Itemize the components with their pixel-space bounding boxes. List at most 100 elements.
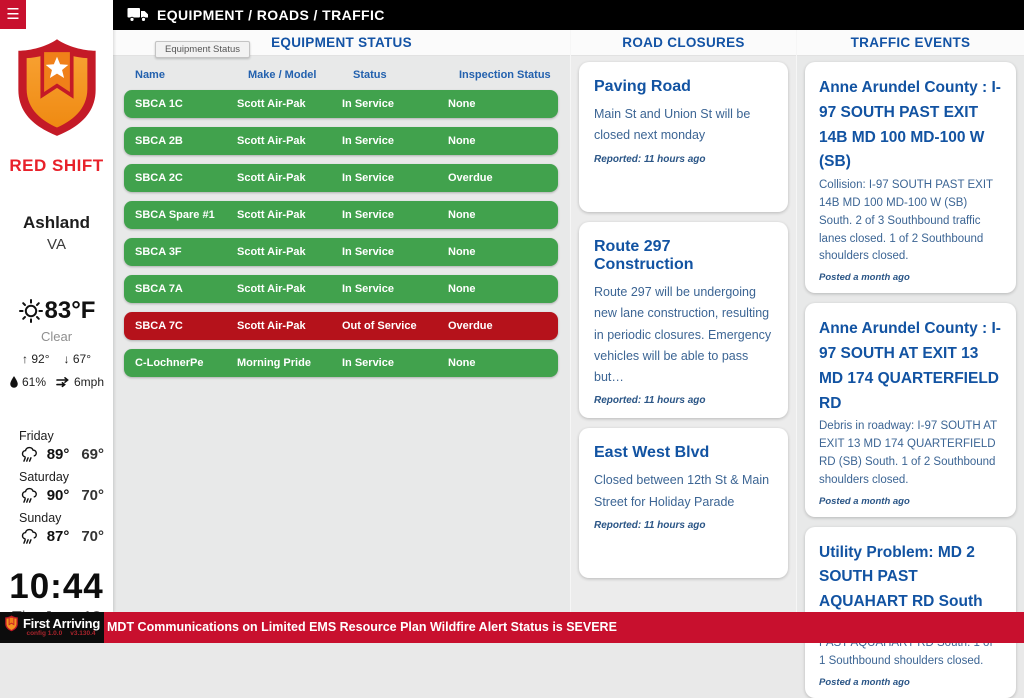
- brand-config: config 1.0.0: [26, 630, 62, 637]
- down-arrow-icon: ↓: [64, 352, 70, 366]
- equipment-inspection: None: [448, 246, 558, 258]
- brand-version: v3.130.4: [70, 630, 95, 637]
- card-meta: Posted a month ago: [819, 496, 1002, 507]
- forecast-low: 70°: [81, 528, 113, 545]
- forecast-day-label: Saturday: [19, 470, 113, 484]
- road-closure-card: Paving Road Main St and Union St will be…: [579, 62, 788, 212]
- weather-high-low: ↑ 92° ↓ 67°: [0, 352, 113, 366]
- top-bar: EQUIPMENT / ROADS / TRAFFIC: [113, 0, 1024, 30]
- card-title: Anne Arundel County : I-97 SOUTH AT EXIT…: [819, 317, 1002, 416]
- equipment-name: SBCA Spare #1: [135, 209, 237, 221]
- card-meta: Reported: 11 hours ago: [594, 154, 773, 165]
- equipment-name: SBCA 1C: [135, 98, 237, 110]
- road-closures-section-title: ROAD CLOSURES: [622, 35, 744, 50]
- weather-high: 92°: [31, 352, 49, 366]
- card-title: Paving Road: [594, 78, 773, 96]
- humidity-drop-icon: [9, 375, 19, 389]
- card-body: Collision: I-97 SOUTH PAST EXIT 14B MD 1…: [819, 177, 1002, 266]
- card-body: Route 297 will be undergoing new lane co…: [594, 282, 773, 388]
- equipment-inspection: Overdue: [448, 172, 558, 184]
- current-weather: 83°F: [0, 297, 113, 325]
- up-arrow-icon: ↑: [22, 352, 28, 366]
- equipment-make: Morning Pride: [237, 357, 342, 369]
- forecast-high: 90°: [47, 487, 82, 504]
- page-title: EQUIPMENT / ROADS / TRAFFIC: [157, 7, 385, 23]
- rain-cloud-icon: [19, 446, 47, 463]
- equipment-name: SBCA 7A: [135, 283, 237, 295]
- forecast-row: 89° 69°: [19, 446, 113, 463]
- traffic-events-section-header: TRAFFIC EVENTS: [797, 30, 1024, 56]
- road-closures-panel: ROAD CLOSURES Paving Road Main St and Un…: [570, 30, 796, 612]
- equipment-inspection: None: [448, 135, 558, 147]
- first-arriving-brand: First Arriving config 1.0.0 v3.130.4: [0, 612, 104, 643]
- card-title: Anne Arundel County : I-97 SOUTH PAST EX…: [819, 76, 1002, 175]
- forecast-low: 69°: [81, 446, 113, 463]
- hamburger-menu-button[interactable]: ☰: [0, 0, 26, 29]
- forecast-row: 90° 70°: [19, 487, 113, 504]
- ticker-message: MDT Communications on Limited EMS Resour…: [107, 612, 617, 643]
- traffic-events-section-title: TRAFFIC EVENTS: [851, 35, 971, 50]
- card-meta: Posted a month ago: [819, 677, 1002, 688]
- forecast-day-label: Sunday: [19, 511, 113, 525]
- equipment-section-title: EQUIPMENT STATUS: [271, 35, 412, 50]
- table-row: SBCA 7A Scott Air-Pak In Service None: [124, 275, 558, 303]
- equipment-make: Scott Air-Pak: [237, 283, 342, 295]
- column-header-name: Name: [135, 69, 248, 81]
- location-city: Ashland: [0, 213, 113, 233]
- equipment-inspection: None: [448, 209, 558, 221]
- card-title: East West Blvd: [594, 444, 773, 462]
- equipment-status: In Service: [342, 209, 448, 221]
- equipment-make: Scott Air-Pak: [237, 135, 342, 147]
- weather-low: 67°: [73, 352, 91, 366]
- traffic-event-card: Anne Arundel County : I-97 SOUTH PAST EX…: [805, 62, 1016, 293]
- card-title: Utility Problem: MD 2 SOUTH PAST AQUAHAR…: [819, 541, 1002, 615]
- card-body: Debris in roadway: I-97 SOUTH AT EXIT 13…: [819, 418, 1002, 489]
- column-header-inspection-status: Inspection Status: [459, 69, 570, 81]
- equipment-status-panel: EQUIPMENT STATUS Equipment Status Name M…: [113, 30, 570, 612]
- current-temp: 83°F: [45, 297, 96, 325]
- table-row: SBCA 1C Scott Air-Pak In Service None: [124, 90, 558, 118]
- forecast-high: 89°: [47, 446, 82, 463]
- forecast-day-label: Friday: [19, 429, 113, 443]
- equipment-table: SBCA 1C Scott Air-Pak In Service None SB…: [113, 90, 570, 377]
- weather-humidity: 61%: [22, 375, 46, 389]
- equipment-status: In Service: [342, 172, 448, 184]
- road-closure-card: Route 297 Construction Route 297 will be…: [579, 222, 788, 418]
- forecast-low: 70°: [81, 487, 113, 504]
- table-row: SBCA 2C Scott Air-Pak In Service Overdue: [124, 164, 558, 192]
- equipment-name: SBCA 3F: [135, 246, 237, 258]
- table-row: SBCA 7C Scott Air-Pak Out of Service Ove…: [124, 312, 558, 340]
- equipment-name: SBCA 2B: [135, 135, 237, 147]
- table-row: SBCA 3F Scott Air-Pak In Service None: [124, 238, 558, 266]
- table-row: C-LochnerPe Morning Pride In Service Non…: [124, 349, 558, 377]
- equipment-inspection: None: [448, 283, 558, 295]
- sun-icon: [18, 298, 44, 324]
- weather-wind: 6mph: [74, 375, 104, 389]
- equipment-status-tooltip: Equipment Status: [155, 41, 250, 58]
- sidebar: ☰ RED SHIFT Ashland VA: [0, 0, 113, 612]
- forecast-list: Friday 89° 69° Saturday 90° 70° Sunday: [0, 429, 113, 545]
- forecast-high: 87°: [47, 528, 82, 545]
- equipment-make: Scott Air-Pak: [237, 172, 342, 184]
- wind-icon: [56, 376, 71, 388]
- brand-name: First Arriving: [23, 616, 100, 631]
- road-closures-section-header: ROAD CLOSURES: [571, 30, 796, 56]
- card-body: Closed between 12th St & Main Street for…: [594, 470, 773, 513]
- card-body: Main St and Union St will be closed next…: [594, 104, 773, 147]
- equipment-name: C-LochnerPe: [135, 357, 237, 369]
- forecast-row: 87° 70°: [19, 528, 113, 545]
- card-meta: Posted a month ago: [819, 272, 1002, 283]
- clock-time: 10:44: [0, 567, 113, 607]
- table-row: SBCA 2B Scott Air-Pak In Service None: [124, 127, 558, 155]
- equipment-inspection: None: [448, 357, 558, 369]
- card-meta: Reported: 11 hours ago: [594, 520, 773, 531]
- first-arriving-shield-icon: [4, 615, 19, 632]
- shield-logo-icon: [11, 33, 103, 143]
- equipment-make: Scott Air-Pak: [237, 246, 342, 258]
- equipment-status: In Service: [342, 283, 448, 295]
- equipment-name: SBCA 7C: [135, 320, 237, 332]
- main-content: EQUIPMENT STATUS Equipment Status Name M…: [113, 30, 1024, 612]
- column-header-make-model: Make / Model: [248, 69, 353, 81]
- equipment-make: Scott Air-Pak: [237, 98, 342, 110]
- equipment-make: Scott Air-Pak: [237, 320, 342, 332]
